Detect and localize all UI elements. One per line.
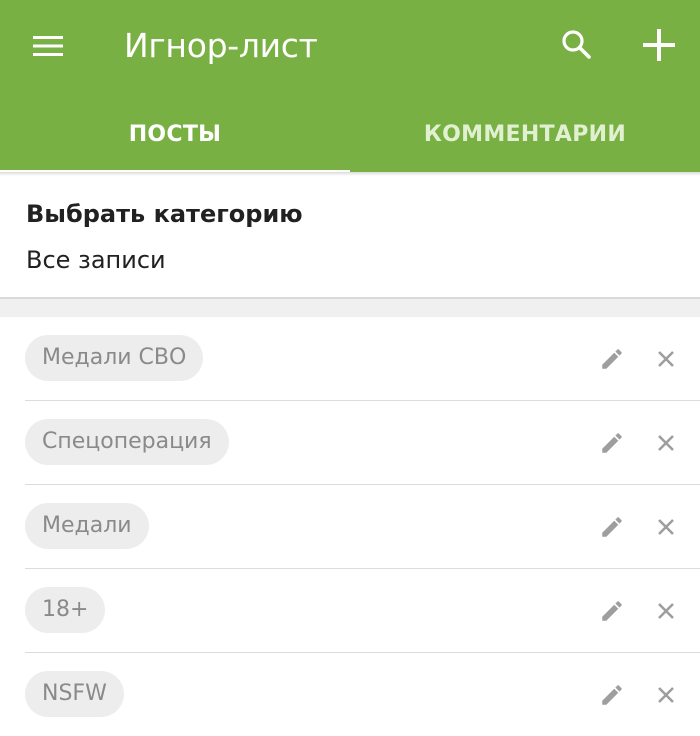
menu-icon [33,36,63,56]
add-button[interactable] [632,18,686,72]
pencil-icon [602,349,622,369]
list-item: 18+ [0,569,700,653]
page-title: Игнор-лист [124,26,318,65]
search-icon [562,30,591,59]
list-item: NSFW [0,653,700,736]
delete-button[interactable] [648,425,684,461]
tag-chip: Медали СВО [25,335,204,381]
app-bar: Игнор-лист ПОСТЫ КОММЕНТАРИИ [0,0,700,174]
tag-chip: Медали [25,503,149,549]
delete-button[interactable] [648,509,684,545]
tag-chip: NSFW [25,671,124,717]
close-icon [658,519,674,535]
category-label: Выбрать категорию [26,200,303,228]
section-divider [0,297,700,317]
pencil-icon [602,601,622,621]
close-icon [658,435,674,451]
pencil-icon [602,517,622,537]
close-icon [658,603,674,619]
category-value: Все записи [26,246,166,274]
edit-button[interactable] [594,509,630,545]
delete-button[interactable] [648,341,684,377]
delete-button[interactable] [648,677,684,713]
list-item: Медали СВО [0,317,700,401]
delete-button[interactable] [648,593,684,629]
menu-button[interactable] [20,20,76,72]
add-icon [643,29,675,61]
close-icon [658,351,674,367]
close-icon [658,687,674,703]
list-item: Спецоперация [0,401,700,485]
edit-button[interactable] [594,341,630,377]
tag-chip: 18+ [25,587,106,633]
pencil-icon [602,433,622,453]
edit-button[interactable] [594,677,630,713]
list-item: Медали [0,485,700,569]
edit-button[interactable] [594,425,630,461]
ignore-list: Медали СВО Спецоперация Медали 18+ NSFW [0,317,700,736]
tab-posts[interactable]: ПОСТЫ [0,96,350,172]
edit-button[interactable] [594,593,630,629]
category-selector[interactable]: Выбрать категорию Все записи [0,176,700,297]
tag-chip: Спецоперация [25,419,229,465]
pencil-icon [602,685,622,705]
tab-comments[interactable]: КОММЕНТАРИИ [350,96,700,172]
search-button[interactable] [552,18,600,70]
